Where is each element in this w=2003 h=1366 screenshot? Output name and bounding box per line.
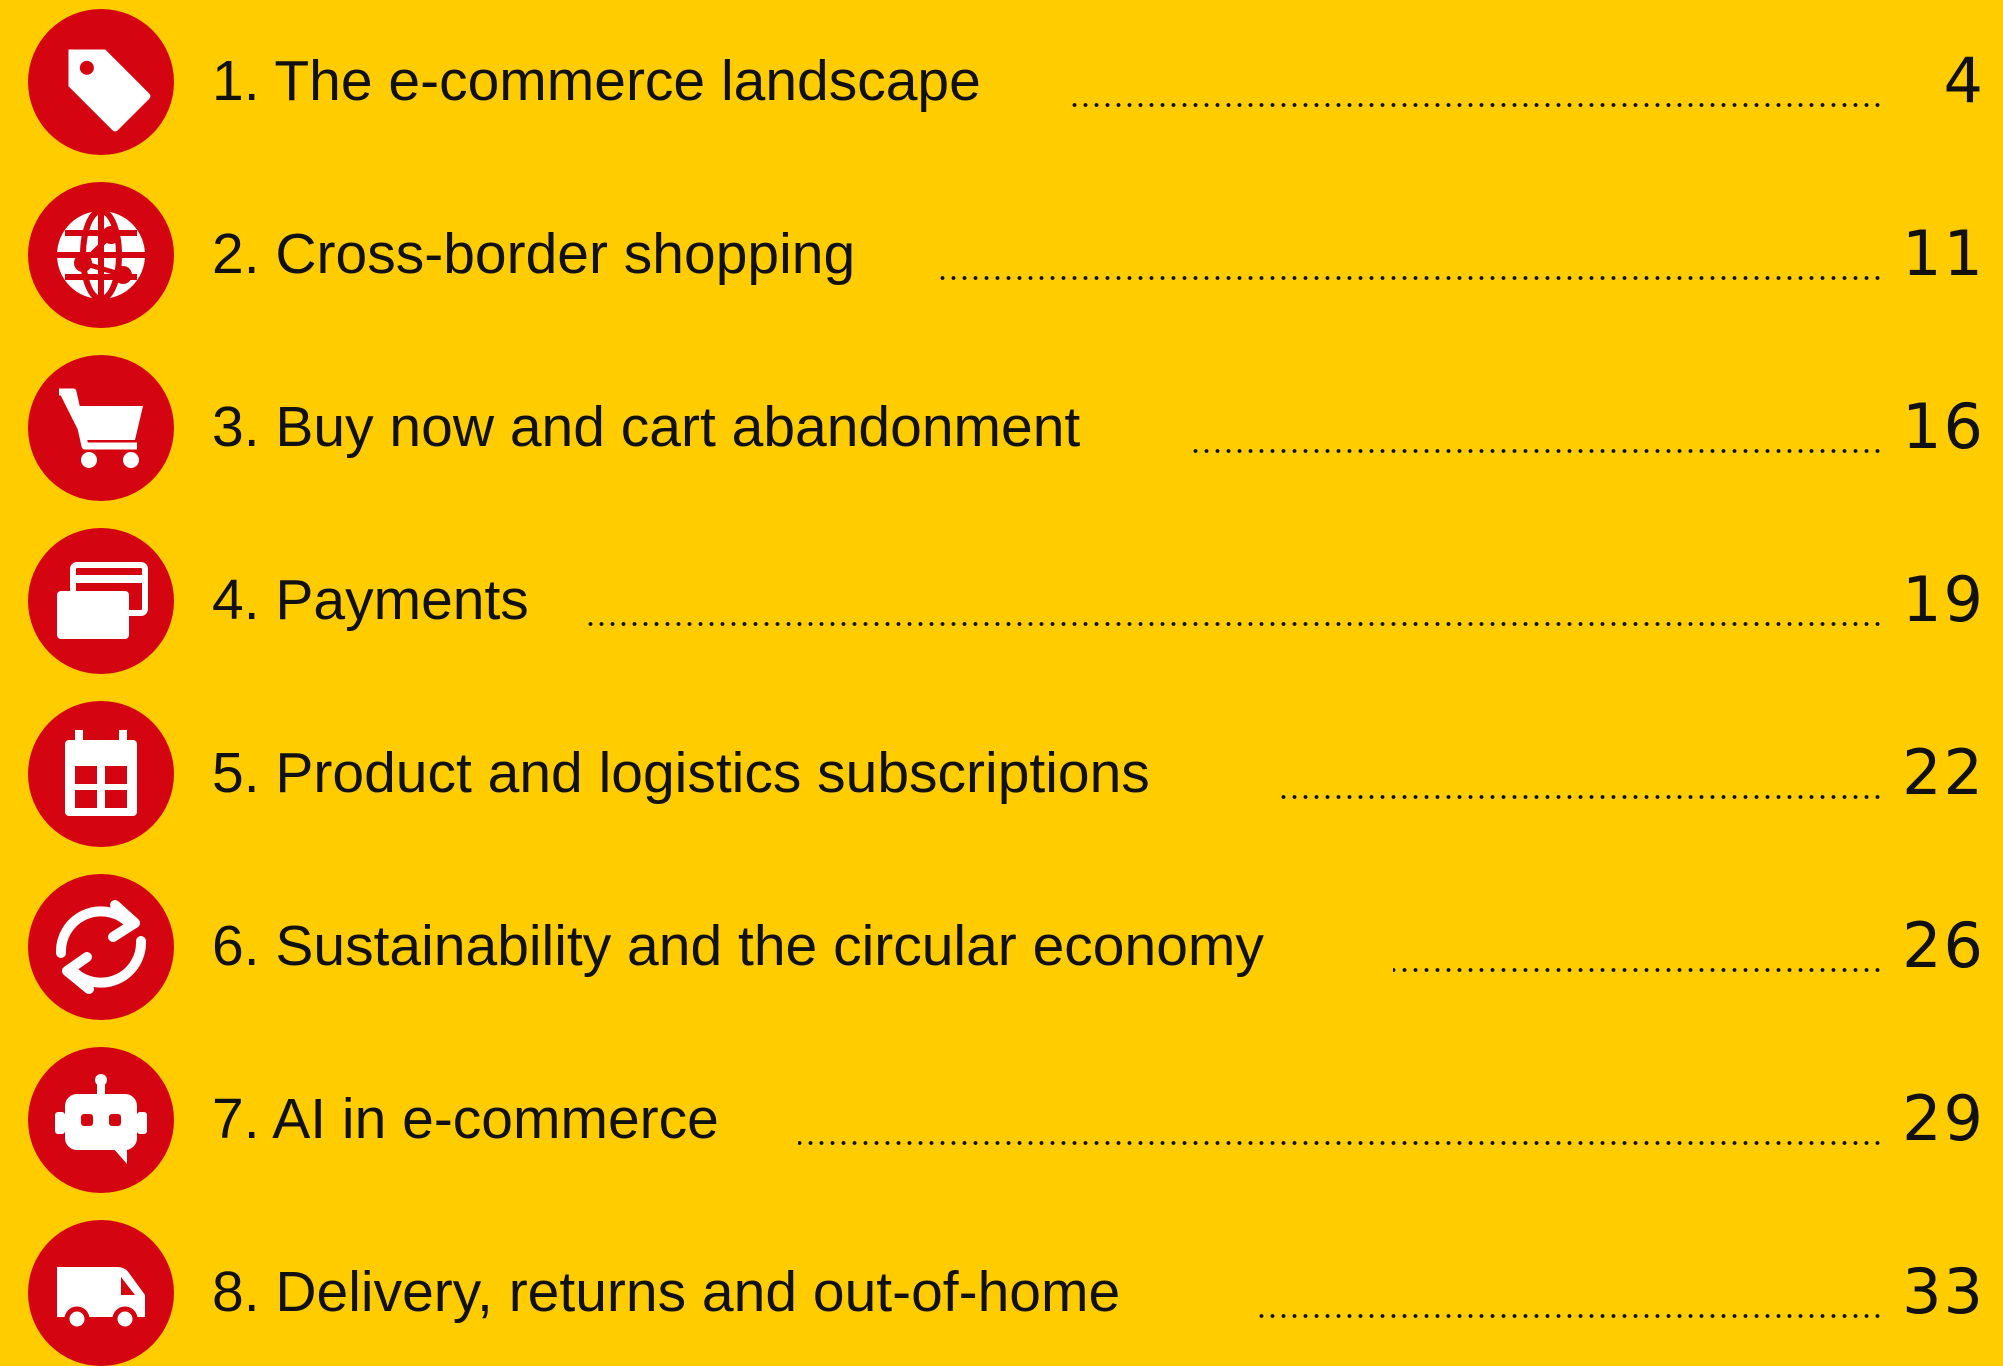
section-icon-badge bbox=[28, 874, 174, 1020]
toc-page-number: 19 bbox=[1902, 563, 1985, 636]
table-of-contents: 1. The e-commerce landscape 4 2. Cross-b… bbox=[0, 0, 2003, 1366]
toc-entry-title: 1. The e-commerce landscape bbox=[212, 49, 981, 113]
shopping-cart-icon bbox=[59, 388, 143, 468]
toc-entry-title: 8. Delivery, returns and out-of-home bbox=[212, 1260, 1121, 1324]
toc-page-number: 26 bbox=[1902, 909, 1985, 982]
section-icon-badge bbox=[28, 1047, 174, 1193]
toc-page-number: 16 bbox=[1902, 390, 1985, 463]
toc-entry-title: 7. AI in e-commerce bbox=[212, 1087, 719, 1151]
globe-network-icon bbox=[57, 208, 145, 302]
dot-leader bbox=[940, 276, 1883, 280]
dot-leader bbox=[1276, 795, 1883, 799]
robot-chat-icon bbox=[55, 1074, 147, 1164]
section-icon-badge bbox=[28, 355, 174, 501]
toc-entry-2[interactable]: 2. Cross-border shopping 11 bbox=[0, 176, 2003, 328]
toc-page-number: 22 bbox=[1902, 736, 1985, 809]
toc-entry-3[interactable]: 3. Buy now and cart abandonment 16 bbox=[0, 349, 2003, 501]
delivery-van-icon bbox=[57, 1267, 145, 1332]
dot-leader bbox=[798, 1141, 1883, 1145]
price-tag-icon bbox=[68, 49, 151, 132]
toc-page-number: 11 bbox=[1902, 217, 1985, 290]
toc-entry-1[interactable]: 1. The e-commerce landscape 4 bbox=[0, 3, 2003, 155]
toc-entry-title: 2. Cross-border shopping bbox=[212, 222, 856, 286]
dot-leader bbox=[584, 622, 1883, 626]
toc-page-number: 33 bbox=[1902, 1255, 1985, 1328]
section-icon-badge bbox=[28, 1220, 174, 1366]
calendar-icon bbox=[65, 730, 137, 816]
toc-entry-title: 3. Buy now and cart abandonment bbox=[212, 395, 1081, 459]
toc-entry-8[interactable]: 8. Delivery, returns and out-of-home 33 bbox=[0, 1214, 2003, 1366]
toc-page-number: 4 bbox=[1943, 44, 1985, 117]
toc-entry-5[interactable]: 5. Product and logistics subscriptions 2… bbox=[0, 695, 2003, 847]
dot-leader bbox=[1068, 103, 1883, 107]
section-icon-badge bbox=[28, 528, 174, 674]
toc-entry-title: 4. Payments bbox=[212, 568, 529, 632]
toc-page-number: 29 bbox=[1902, 1082, 1985, 1155]
payment-cards-icon bbox=[57, 562, 148, 639]
dot-leader bbox=[1393, 968, 1883, 972]
circular-arrows-icon bbox=[55, 900, 147, 994]
toc-entry-4[interactable]: 4. Payments 19 bbox=[0, 522, 2003, 674]
toc-entry-7[interactable]: 7. AI in e-commerce 29 bbox=[0, 1041, 2003, 1193]
toc-entry-title: 5. Product and logistics subscriptions bbox=[212, 741, 1150, 805]
dot-leader bbox=[1188, 449, 1883, 453]
section-icon-badge bbox=[28, 9, 174, 155]
toc-entry-title: 6. Sustainability and the circular econo… bbox=[212, 914, 1264, 978]
section-icon-badge bbox=[28, 701, 174, 847]
dot-leader bbox=[1258, 1314, 1883, 1318]
section-icon-badge bbox=[28, 182, 174, 328]
toc-entry-6[interactable]: 6. Sustainability and the circular econo… bbox=[0, 868, 2003, 1020]
